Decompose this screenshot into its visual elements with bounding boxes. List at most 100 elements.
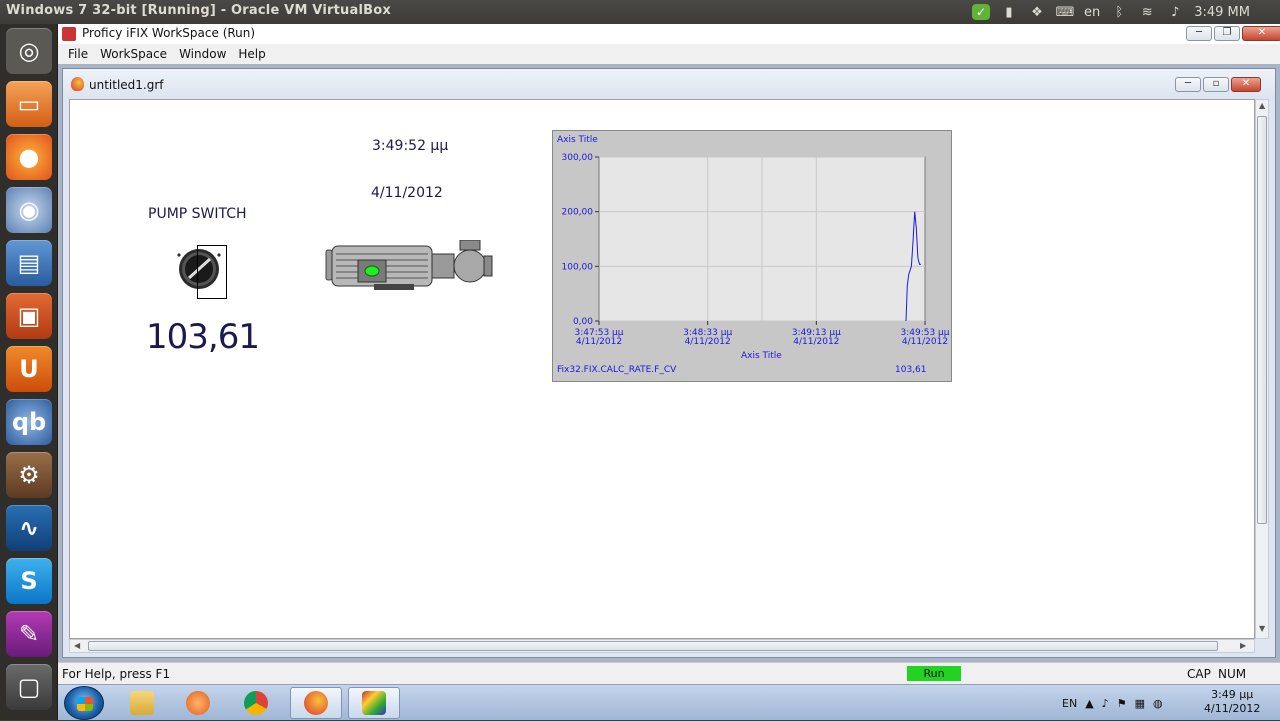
num-lock-indicator: NUM xyxy=(1218,667,1247,681)
app-window-controls: ─ ❐ ✕ xyxy=(1186,26,1280,42)
taskbar-time: 3:49 μμ xyxy=(1211,688,1254,701)
system-monitor-icon[interactable]: ∿ xyxy=(6,505,52,551)
chromium-icon[interactable]: ◉ xyxy=(6,187,52,233)
scroll-right-icon[interactable]: ▶ xyxy=(1240,641,1246,650)
display-canvas: 3:49:52 μμ 4/11/2012 PUMP SWITCH 103,61 xyxy=(69,99,1255,639)
network-tray-icon[interactable]: ▦ xyxy=(1135,697,1145,710)
taskbar-clock[interactable]: 3:49 μμ 4/11/2012 xyxy=(1204,688,1260,716)
start-button[interactable] xyxy=(64,686,104,720)
run-mode-indicator: Run xyxy=(907,666,961,681)
chrome-icon xyxy=(244,691,268,715)
folder-icon xyxy=(130,691,154,715)
x-tick-date-label: 4/11/2012 xyxy=(793,337,839,347)
chart-current-value: 103,61 xyxy=(895,365,927,375)
x-tick-date-label: 4/11/2012 xyxy=(902,337,948,347)
chart-series-name: Fix32.FIX.CALC_RATE.F_CV xyxy=(557,365,677,375)
ifix-tray-icon[interactable]: ◍ xyxy=(1153,697,1163,710)
app-title-bar: Proficy iFIX WorkSpace (Run) ─ ❐ ✕ xyxy=(58,24,1280,44)
status-bar: For Help, press F1 Run CAP NUM xyxy=(58,662,1280,684)
language-indicator[interactable]: EN xyxy=(1062,697,1077,710)
chart-x-axis-title: Axis Title xyxy=(741,351,782,361)
caps-lock-indicator: CAP xyxy=(1187,667,1211,681)
document-viewer-icon[interactable]: ▤ xyxy=(6,240,52,286)
virtual-machine-icon[interactable]: ▢ xyxy=(6,664,52,710)
horizontal-scrollbar[interactable]: ◀ ▶ xyxy=(69,639,1255,653)
scroll-left-icon[interactable]: ◀ xyxy=(74,641,80,650)
taskbar-date: 4/11/2012 xyxy=(1204,702,1261,715)
y-tick-label: 200,00 xyxy=(562,208,594,218)
ifix-workspace-window: Proficy iFIX WorkSpace (Run) ─ ❐ ✕ File … xyxy=(58,24,1280,720)
clock-date: 4/11/2012 xyxy=(371,185,443,201)
show-hidden-icons-icon[interactable]: ▲ xyxy=(1085,697,1093,710)
doc-maximize-button[interactable]: ▫ xyxy=(1203,77,1229,92)
pump-value: 103,61 xyxy=(146,317,260,357)
files-icon[interactable]: ▭ xyxy=(6,81,52,127)
menu-help[interactable]: Help xyxy=(232,44,271,64)
action-center-flag-icon[interactable]: ⚑ xyxy=(1117,697,1127,710)
horizontal-scroll-thumb[interactable] xyxy=(88,641,1218,651)
ubuntu-one-icon[interactable]: U xyxy=(6,346,52,392)
keyboard-layout-label[interactable]: en xyxy=(1084,5,1100,20)
scroll-up-icon[interactable]: ▲ xyxy=(1259,101,1265,110)
ifix-workspace-icon xyxy=(304,691,328,715)
host-top-panel: Windows 7 32-bit [Running] - Oracle VM V… xyxy=(0,0,1280,24)
host-window-title: Windows 7 32-bit [Running] - Oracle VM V… xyxy=(6,3,391,18)
taskbar-chrome[interactable] xyxy=(230,687,282,719)
bluetooth-icon[interactable]: ᛒ xyxy=(1110,4,1128,20)
doc-minimize-button[interactable]: ─ xyxy=(1175,77,1201,92)
update-check-icon[interactable]: ✓ xyxy=(971,4,990,20)
vertical-scrollbar[interactable]: ▲ ▼ xyxy=(1255,99,1269,639)
doc-close-button[interactable]: ✕ xyxy=(1231,77,1261,92)
ifix-app-icon xyxy=(62,27,76,41)
volume-icon[interactable]: ♪ xyxy=(1166,4,1184,20)
trend-plot: 300,00200,00100,000,003:47:53 μμ4/11/201… xyxy=(562,153,950,347)
media-player-icon xyxy=(186,691,210,715)
maximize-button[interactable]: ❐ xyxy=(1214,26,1240,41)
pump-switch-label: PUMP SWITCH xyxy=(148,206,247,222)
document-window: untitled1.grf ─ ▫ ✕ 3:49:52 μμ 4/11/2012… xyxy=(62,68,1276,658)
dropbox-icon[interactable]: ❖ xyxy=(1028,4,1046,20)
y-tick-label: 0,00 xyxy=(573,317,593,327)
taskbar-ifix-workspace[interactable] xyxy=(290,687,342,719)
host-clock[interactable]: 3:49 MM xyxy=(1194,5,1250,20)
system-settings-icon[interactable]: ⚙ xyxy=(6,452,52,498)
network-icon[interactable]: ≋ xyxy=(1138,4,1156,20)
battery-icon[interactable]: ▮ xyxy=(1000,4,1018,20)
firefox-icon[interactable]: ● xyxy=(6,134,52,180)
app-title: Proficy iFIX WorkSpace (Run) xyxy=(82,26,256,40)
keyboard-icon[interactable]: ⌨ xyxy=(1056,4,1075,20)
close-button[interactable]: ✕ xyxy=(1242,26,1280,41)
minimize-button[interactable]: ─ xyxy=(1186,26,1212,41)
ifix-document-icon xyxy=(71,77,84,91)
ifix-startup-icon xyxy=(362,691,386,715)
qbittorrent-icon[interactable]: qb xyxy=(6,399,52,445)
y-tick-label: 300,00 xyxy=(562,153,594,163)
windows-tray: EN ▲ ♪ ⚑ ▦ ◍ xyxy=(1062,685,1163,721)
taskbar-ifix-startup[interactable] xyxy=(348,687,400,719)
host-tray: ✓ ▮ ❖ ⌨ en ᛒ ≋ ♪ 3:49 MM xyxy=(971,0,1280,24)
status-help-text: For Help, press F1 xyxy=(62,667,171,681)
y-tick-label: 100,00 xyxy=(562,262,594,272)
dash-home-icon[interactable]: ◎ xyxy=(6,28,52,74)
clock-time: 3:49:52 μμ xyxy=(372,138,449,154)
taskbar-media-player[interactable] xyxy=(172,687,224,719)
scroll-down-icon[interactable]: ▼ xyxy=(1259,624,1265,633)
document-window-controls: ─ ▫ ✕ xyxy=(1175,77,1261,93)
knob-selection-box xyxy=(197,245,227,299)
menu-file[interactable]: File xyxy=(62,44,94,64)
menu-bar: File WorkSpace Window Help xyxy=(58,44,1280,64)
speaker-icon[interactable]: ♪ xyxy=(1102,697,1109,710)
x-tick-date-label: 4/11/2012 xyxy=(576,337,622,347)
unity-launcher: ◎ ▭ ● ◉ ▤ ▣ U qb ⚙ ∿ S ✎ ▢ xyxy=(0,24,58,720)
image-editor-icon[interactable]: ✎ xyxy=(6,611,52,657)
menu-window[interactable]: Window xyxy=(173,44,232,64)
taskbar-explorer[interactable] xyxy=(116,687,168,719)
pump-motor-icon[interactable] xyxy=(324,240,494,292)
menu-workspace[interactable]: WorkSpace xyxy=(94,44,173,64)
skype-icon[interactable]: S xyxy=(6,558,52,604)
software-center-icon[interactable]: ▣ xyxy=(6,293,52,339)
trend-chart[interactable]: Axis Title 300,00 200,00 100,00 0,00 3:47:53… xyxy=(552,130,952,382)
mdi-area: untitled1.grf ─ ▫ ✕ 3:49:52 μμ 4/11/2012… xyxy=(58,64,1280,662)
vertical-scroll-thumb[interactable] xyxy=(1257,116,1267,524)
x-tick-date-label: 4/11/2012 xyxy=(685,337,731,347)
